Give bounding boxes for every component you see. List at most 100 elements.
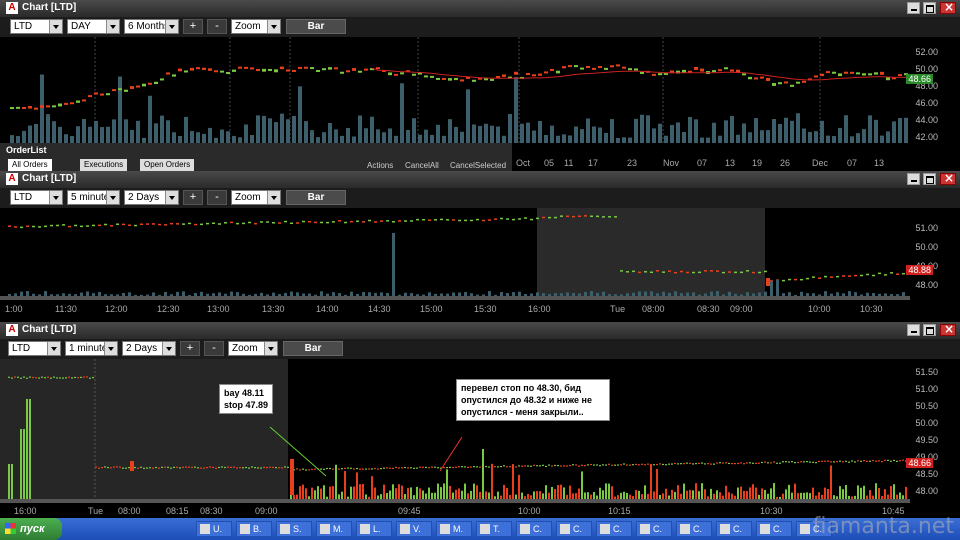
close-icon[interactable] (940, 0, 956, 14)
up-candle (80, 225, 83, 228)
down-candle (898, 74, 902, 77)
volume-bar (662, 493, 664, 499)
price-plot[interactable]: 16:00 Tue 08:00 08:15 08:30 09:00 09:45 10:00 10… (0, 359, 960, 518)
bar-type-button[interactable]: Bar (286, 19, 346, 34)
taskbar-item[interactable]: C. (716, 521, 752, 537)
volume-bar (425, 493, 427, 499)
down-candle (740, 462, 742, 464)
taskbar-item[interactable]: B. (236, 521, 272, 537)
down-candle (884, 459, 886, 461)
taskbar-item[interactable]: C. (756, 521, 792, 537)
maximize-icon[interactable] (923, 324, 936, 336)
taskbar-item[interactable]: L. (356, 521, 392, 537)
up-candle (53, 376, 55, 378)
up-candle (890, 460, 892, 462)
down-candle (359, 468, 361, 470)
range-select[interactable]: 2 Days (122, 341, 176, 356)
bar-type-button[interactable]: Bar (286, 190, 346, 205)
up-candle (872, 274, 875, 277)
title-bar[interactable]: A Chart [LTD] (0, 322, 960, 340)
symbol-select[interactable]: LTD (8, 341, 61, 356)
down-candle (455, 466, 457, 468)
taskbar-item[interactable]: C. (516, 521, 552, 537)
up-candle (772, 83, 776, 86)
start-button[interactable]: пуск (0, 518, 62, 540)
zoom-select[interactable]: Zoom (228, 341, 278, 356)
volume-bar (557, 485, 559, 499)
minimize-icon[interactable] (907, 324, 920, 336)
taskbar-item[interactable]: T. (476, 521, 512, 537)
down-candle (610, 65, 614, 68)
up-candle (182, 223, 185, 225)
down-candle (254, 222, 257, 225)
window-title: Chart [LTD] (22, 324, 77, 335)
down-candle (230, 466, 232, 468)
down-candle (158, 223, 161, 226)
taskbar-item[interactable]: C. (596, 521, 632, 537)
period-select[interactable]: DAY (67, 19, 120, 34)
volume-bar (647, 493, 649, 499)
zoom-out-button[interactable]: - (207, 190, 227, 205)
close-icon[interactable] (940, 322, 956, 336)
period-select[interactable]: 5 minutes (67, 190, 120, 205)
price-label: 48.00 (915, 280, 938, 290)
up-candle (887, 459, 889, 461)
taskbar-item[interactable]: S. (276, 521, 312, 537)
volume-bar (280, 113, 284, 143)
taskbar-item[interactable]: U. (196, 521, 232, 537)
range-select[interactable]: 6 Months (124, 19, 179, 34)
period-select[interactable]: 1 minute (65, 341, 118, 356)
up-candle (545, 465, 547, 468)
symbol-select[interactable]: LTD (10, 19, 63, 34)
down-candle (902, 459, 904, 461)
volume-bar (728, 291, 731, 296)
volume-bar (803, 492, 805, 499)
down-candle (298, 66, 302, 69)
price-plot[interactable]: 52.00 50.00 48.00 46.00 44.00 42.00 48.6… (0, 37, 960, 143)
volume-bar (226, 131, 230, 143)
title-bar[interactable]: A Chart [LTD] (0, 0, 960, 18)
up-candle (845, 460, 847, 462)
down-candle (100, 93, 104, 96)
volume-bar (752, 293, 755, 296)
bar-type-button[interactable]: Bar (283, 341, 343, 356)
zoom-out-button[interactable]: - (204, 341, 224, 356)
orderlist-window[interactable]: OrderList All Orders Executions Open Ord… (0, 143, 512, 171)
up-candle (448, 78, 452, 81)
range-select[interactable]: 2 Days (124, 190, 179, 205)
volume-bar (440, 293, 443, 296)
up-candle (500, 465, 502, 468)
taskbar-item[interactable]: C. (676, 521, 712, 537)
volume-bar (485, 491, 487, 499)
down-candle (818, 460, 820, 462)
close-icon[interactable] (940, 171, 956, 185)
down-candle (443, 467, 445, 469)
volume-bar (178, 135, 182, 143)
volume-bar (800, 291, 803, 296)
taskbar-item[interactable]: M. (316, 521, 352, 537)
maximize-icon[interactable] (923, 2, 936, 14)
volume-bar (736, 134, 740, 143)
zoom-out-button[interactable]: - (207, 19, 227, 34)
taskbar-item[interactable]: M. (436, 521, 472, 537)
up-candle (518, 218, 521, 220)
symbol-select[interactable]: LTD (10, 190, 63, 205)
zoom-in-button[interactable]: + (183, 190, 203, 205)
title-bar[interactable]: A Chart [LTD] (0, 171, 960, 189)
zoom-select[interactable]: Zoom (231, 190, 281, 205)
up-candle (179, 467, 181, 469)
taskbar-item[interactable]: V. (396, 521, 432, 537)
taskbar-item[interactable]: C. (556, 521, 592, 537)
minimize-icon[interactable] (907, 173, 920, 185)
volume-bar (394, 135, 398, 143)
volume-bar (502, 135, 506, 143)
zoom-select[interactable]: Zoom (231, 19, 281, 34)
zoom-in-button[interactable]: + (180, 341, 200, 356)
maximize-icon[interactable] (923, 173, 936, 185)
taskbar-item[interactable]: C. (636, 521, 672, 537)
volume-bar (382, 132, 386, 143)
zoom-in-button[interactable]: + (183, 19, 203, 34)
volume-bar (310, 130, 314, 143)
minimize-icon[interactable] (907, 2, 920, 14)
price-plot[interactable]: 1:00 11:30 12:00 12:30 13:00 13:30 14:00 14:30 1… (0, 208, 960, 319)
